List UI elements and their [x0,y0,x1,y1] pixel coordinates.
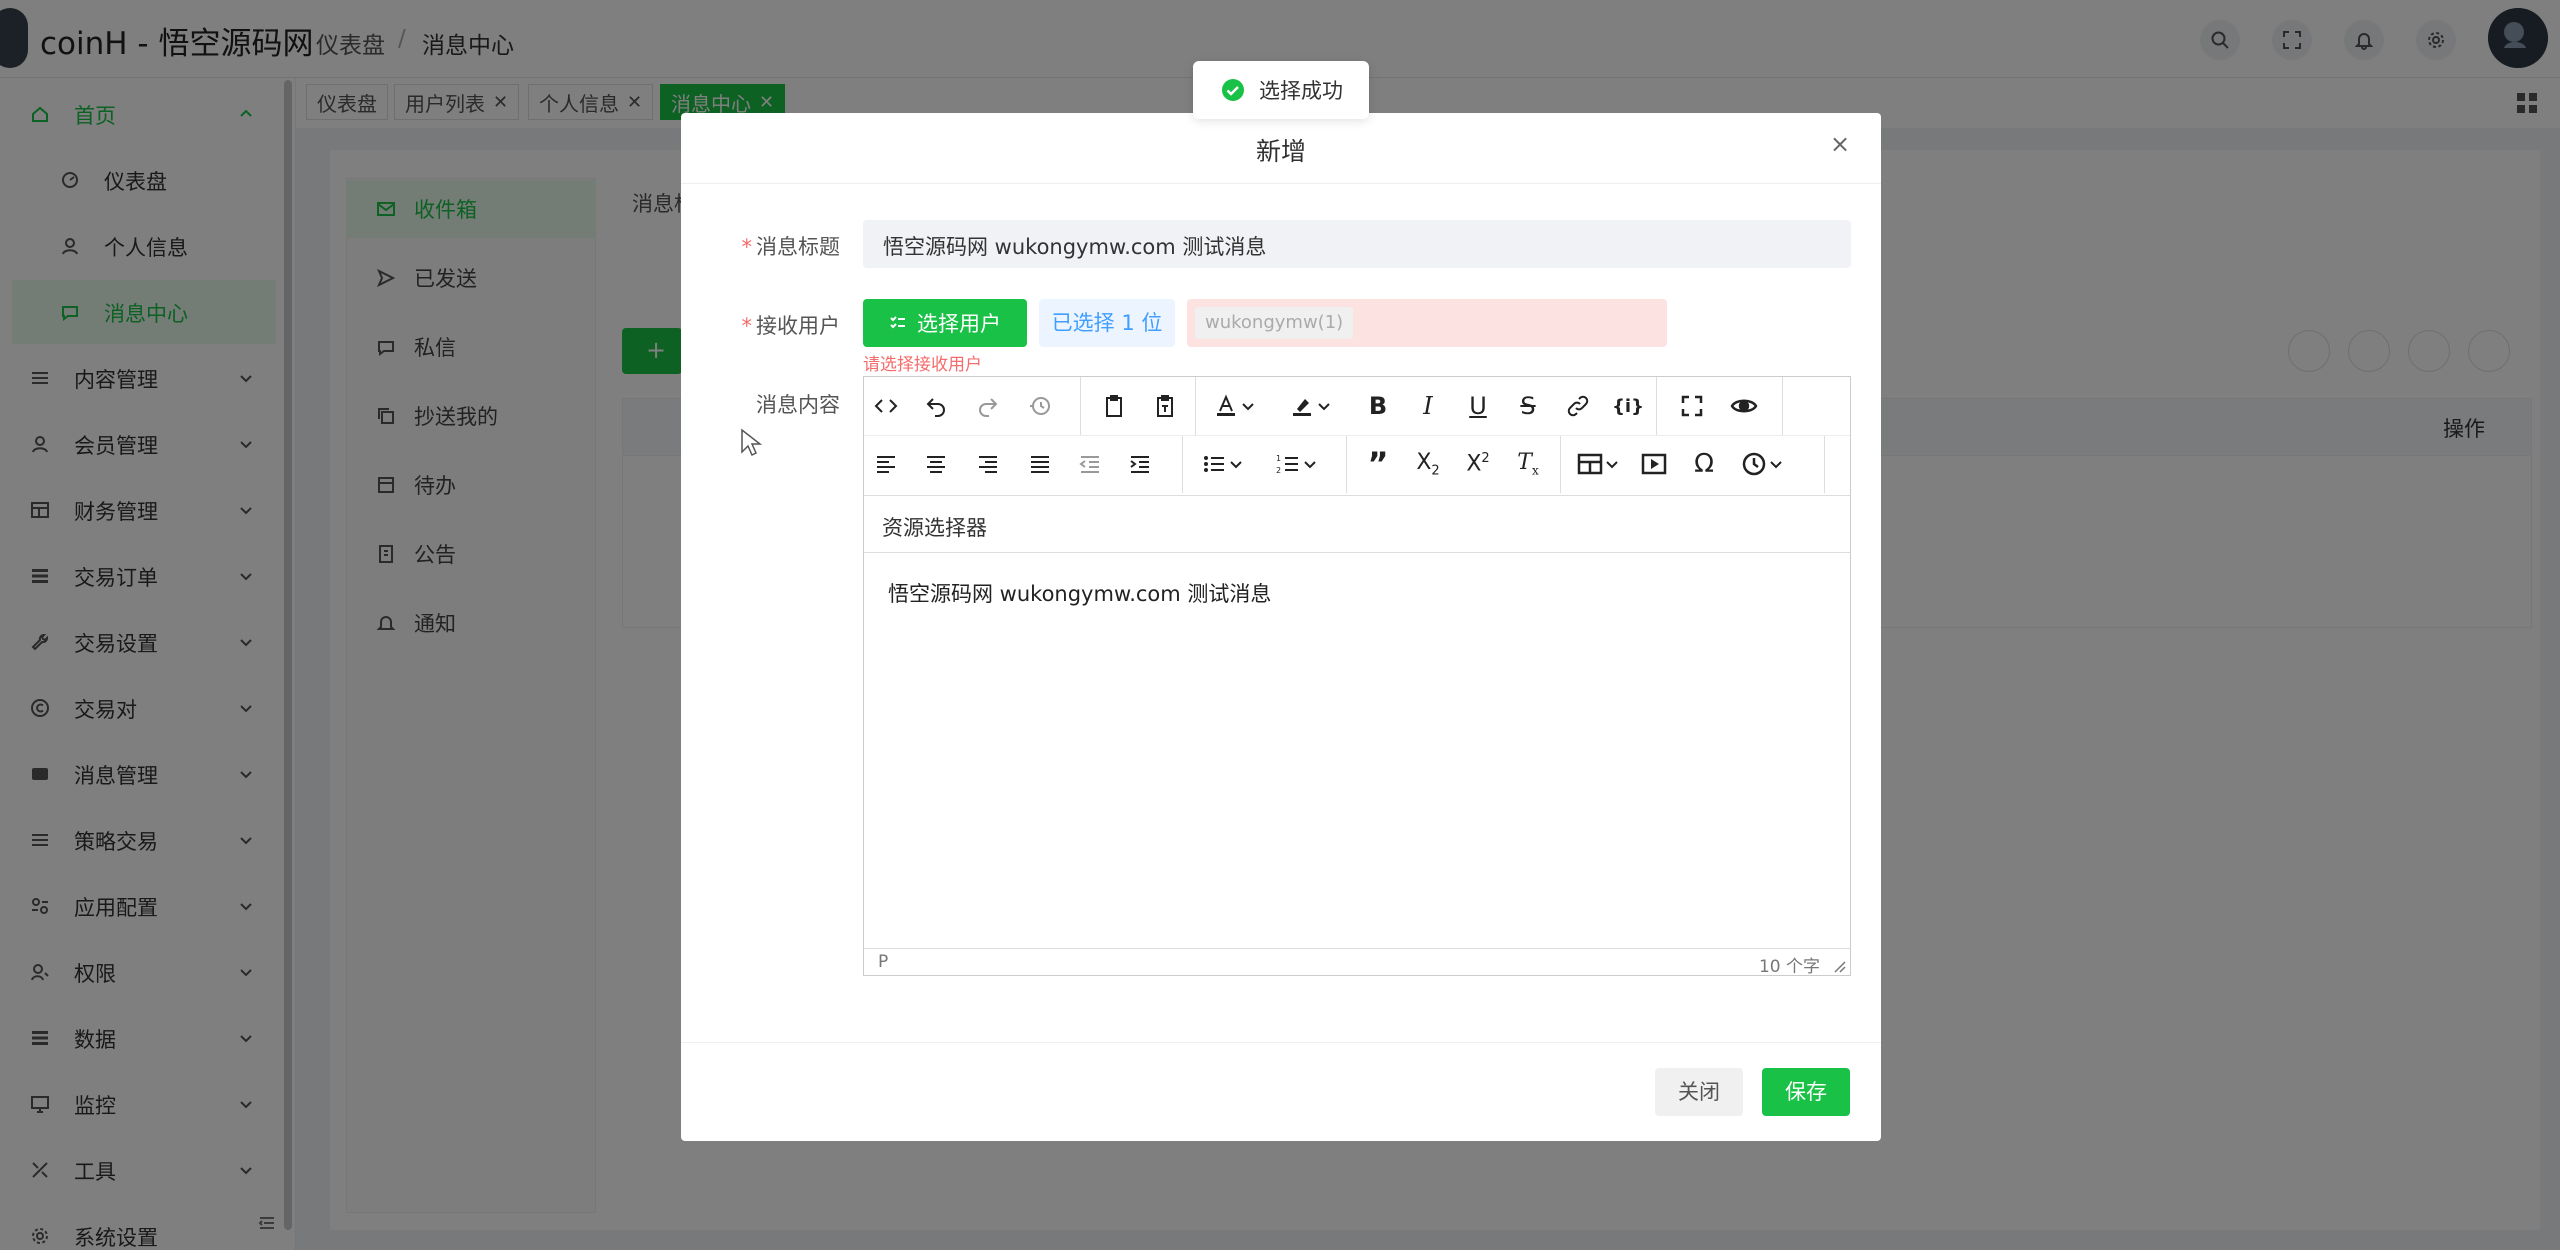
history-icon[interactable] [1020,377,1060,435]
toast-message: 选择成功 [1259,79,1343,103]
subscript-icon[interactable]: X2 [1408,435,1448,493]
bold-icon[interactable]: B [1358,377,1398,435]
indent-icon[interactable] [1120,435,1160,493]
select-user-button[interactable]: 选择用户 [863,299,1027,347]
toolbar-separator [1080,377,1081,435]
chevron-down-icon[interactable] [1600,435,1624,493]
svg-text:1: 1 [1276,454,1281,463]
mouse-cursor-icon [741,428,762,457]
special-char-icon[interactable]: Ω [1684,435,1724,493]
close-icon[interactable]: × [1830,130,1850,158]
media-icon[interactable] [1634,435,1674,493]
paste-icon[interactable] [1094,377,1134,435]
toolbar-separator [1182,435,1183,493]
dialog-title: 新增 [1255,137,1306,166]
close-button[interactable]: 关闭 [1655,1068,1743,1116]
selected-count-tag: 已选择 1 位 [1039,299,1175,347]
toolbar-separator [1782,377,1783,435]
required-asterisk: * [741,314,753,338]
align-center-icon[interactable] [916,435,956,493]
editor-toolbar-row-2: 1 2 ” X2 X2 Tx Ω [864,435,1850,493]
editor-statusbar: P 10 个字 [864,948,1850,977]
element-path[interactable]: P [878,952,888,972]
chevron-down-icon[interactable] [1312,377,1336,435]
resource-selector[interactable]: 资源选择器 [864,495,1850,553]
toolbar-separator [1346,435,1347,493]
blockquote-icon[interactable]: ” [1358,435,1398,493]
editor-content[interactable]: 悟空源码网 wukongymw.com 测试消息 [888,578,1271,608]
chevron-down-icon[interactable] [1236,377,1260,435]
chevron-down-icon[interactable] [1224,435,1248,493]
editor-toolbar-row-1: B I U S {i} [864,377,1850,435]
code-block-icon[interactable]: {i} [1608,377,1648,435]
svg-text:2: 2 [1276,466,1281,475]
title-input[interactable]: 悟空源码网 wukongymw.com 测试消息 [863,220,1851,268]
italic-icon[interactable]: I [1408,377,1448,435]
title-label: * 消息标题 [741,235,841,259]
content-label: 消息内容 [756,393,840,417]
align-right-icon[interactable] [968,435,1008,493]
clear-format-icon[interactable]: Tx [1508,435,1548,493]
list-check-icon [890,316,905,329]
dialog-header-divider [681,183,1881,184]
word-count: 10 个字 [1758,957,1820,977]
selected-user-tag: wukongymw(1) [1195,307,1354,339]
align-justify-icon[interactable] [1020,435,1060,493]
strikethrough-icon[interactable]: S [1508,377,1548,435]
save-button[interactable]: 保存 [1762,1068,1850,1116]
dialog-footer-divider [681,1042,1881,1043]
underline-icon[interactable]: U [1458,377,1498,435]
source-code-icon[interactable] [866,377,906,435]
check-circle-icon [1222,79,1244,101]
chevron-down-icon[interactable] [1764,435,1788,493]
redo-icon[interactable] [968,377,1008,435]
toolbar-row-divider [864,435,1850,436]
outdent-icon[interactable] [1070,435,1110,493]
chevron-down-icon[interactable] [1298,435,1322,493]
undo-icon[interactable] [916,377,956,435]
link-icon[interactable] [1558,377,1598,435]
receiver-error-message: 请选择接收用户 [863,355,982,375]
superscript-icon[interactable]: X2 [1458,435,1498,493]
paste-text-icon[interactable] [1145,377,1185,435]
toolbar-separator [1656,377,1657,435]
preview-icon[interactable] [1724,377,1764,435]
receiver-label: * 接收用户 [741,314,841,338]
toolbar-separator [1560,435,1561,493]
toolbar-separator [1195,377,1196,435]
align-left-icon[interactable] [866,435,906,493]
success-toast: 选择成功 [1193,61,1369,119]
required-asterisk: * [741,235,753,259]
toolbar-separator [1824,435,1825,493]
fullscreen-icon[interactable] [1672,377,1712,435]
select-user-label: 选择用户 [917,312,1001,336]
resize-handle-icon[interactable] [1832,959,1846,973]
